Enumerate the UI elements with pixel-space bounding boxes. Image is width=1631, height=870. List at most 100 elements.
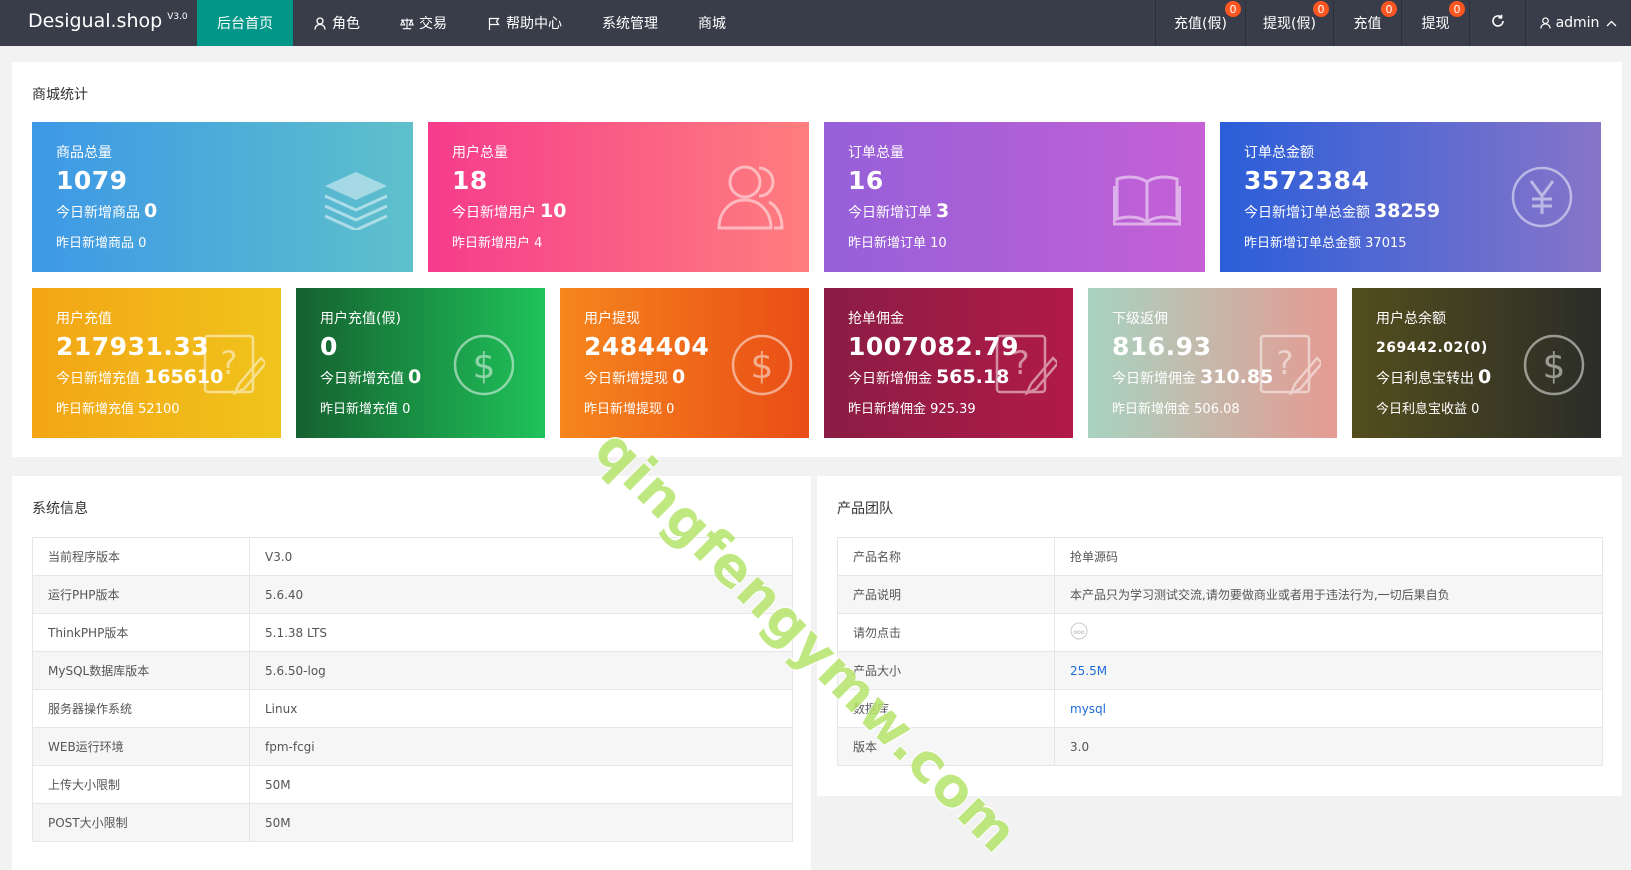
- recharge-fake-today-label: 今日新增充值: [320, 371, 404, 387]
- user-menu[interactable]: admin: [1525, 0, 1631, 46]
- users-today-label: 今日新增用户: [452, 205, 536, 221]
- scale-icon: [400, 16, 414, 30]
- sysinfo-row: 运行PHP版本 5.6.40: [32, 575, 793, 614]
- rebate-yesterday-value: 506.08: [1194, 402, 1240, 417]
- withdraw-yesterday-value: 0: [666, 402, 675, 417]
- sysinfo-value: V3.0: [249, 537, 793, 576]
- users-icon: [717, 164, 785, 234]
- nav-help[interactable]: 帮助中心: [467, 0, 582, 46]
- product-team-panel: 产品团队 产品名称 抢单源码 产品说明 本产品只为学习测试交流,请勿要做商业或者用于违…: [817, 476, 1622, 796]
- goods-card: 商品总量 1079 今日新增商品 0 昨日新增商品 0: [32, 122, 413, 272]
- link-icon-cell[interactable]: ooo: [1054, 613, 1603, 652]
- product-title: 产品团队: [837, 501, 893, 517]
- sysinfo-key: 运行PHP版本: [32, 575, 250, 614]
- commission-card: 抢单佣金 1007082.79 今日新增佣金 565.18 昨日新增佣金 925.…: [824, 288, 1073, 438]
- users-today: 今日新增用户 10: [452, 200, 566, 222]
- recharge-yesterday-label: 昨日新增充值: [56, 402, 135, 417]
- users-yesterday: 昨日新增用户 4: [452, 232, 542, 251]
- recharge-stat-label: 用户充值: [56, 311, 112, 327]
- nav-home-label: 后台首页: [217, 16, 273, 32]
- nav-mall[interactable]: 商城: [678, 0, 746, 46]
- withdraw-badge: 0: [1449, 1, 1465, 17]
- goods-total: 1079: [56, 166, 128, 195]
- orders-today: 今日新增订单 3: [848, 200, 949, 222]
- sysinfo-row: POST大小限制 50M: [32, 803, 793, 842]
- orders-label: 订单总量: [848, 145, 904, 161]
- main-nav: 后台首页 角色 交易 帮助中心 系统管理 商城: [197, 0, 746, 46]
- question-edit-icon: ?: [1259, 334, 1324, 400]
- product-row: 产品名称 抢单源码: [837, 537, 1603, 576]
- stats-title: 商城统计: [32, 87, 88, 103]
- recharge-fake-yesterday-value: 0: [402, 402, 411, 417]
- nav-role-label: 角色: [332, 16, 360, 32]
- svg-text:$: $: [751, 346, 774, 387]
- goods-label: 商品总量: [56, 145, 112, 161]
- withdraw-fake-label: 提现(假): [1263, 16, 1316, 32]
- goods-yesterday: 昨日新增商品 0: [56, 232, 146, 251]
- rebate-yesterday: 昨日新增佣金 506.08: [1112, 398, 1240, 417]
- product-value[interactable]: mysql: [1054, 689, 1603, 728]
- rebate-today: 今日新增佣金 310.85: [1112, 366, 1273, 388]
- sysinfo-key: 上传大小限制: [32, 765, 250, 804]
- product-key: 数据库: [837, 689, 1055, 728]
- commission-label: 抢单佣金: [848, 311, 904, 327]
- sysinfo-value: 5.1.38 LTS: [249, 613, 793, 652]
- nav-system[interactable]: 系统管理: [582, 0, 678, 46]
- stats-panel: 商城统计 商品总量 1079 今日新增商品 0 昨日新增商品 0 用户总量 18 …: [12, 62, 1622, 457]
- product-row: 版本 3.0: [837, 727, 1603, 766]
- users-yesterday-value: 4: [534, 236, 543, 251]
- withdraw-button[interactable]: 提现 0: [1401, 0, 1469, 46]
- logo-text: Desigual.shop: [28, 10, 163, 32]
- commission-yesterday-value: 925.39: [930, 402, 976, 417]
- orders-today-label: 今日新增订单: [848, 205, 932, 221]
- balance-total: 269442.02(0): [1376, 340, 1488, 356]
- recharge-total: 217931.33: [56, 332, 210, 361]
- svg-text:$: $: [473, 346, 496, 387]
- dollar-icon: $: [1523, 334, 1585, 400]
- svg-text:?: ?: [1013, 344, 1030, 382]
- product-key: 请勿点击: [837, 613, 1055, 652]
- user-icon: [1539, 17, 1551, 29]
- balance-interest-income-value: 0: [1471, 402, 1480, 417]
- link-icon[interactable]: ooo: [1070, 622, 1088, 643]
- orders-card: 订单总量 16 今日新增订单 3 昨日新增订单 10: [824, 122, 1205, 272]
- users-total: 18: [452, 166, 488, 195]
- layers-icon: [323, 170, 389, 234]
- rebate-card: 下级返佣 816.93 今日新增佣金 310.85 昨日新增佣金 506.08 ?: [1088, 288, 1337, 438]
- users-yesterday-label: 昨日新增用户: [452, 236, 531, 251]
- orders-today-value: 3: [936, 200, 950, 222]
- product-value: 本产品只为学习测试交流,请勿要做商业或者用于违法行为,一切后果自负: [1054, 575, 1603, 614]
- commission-today: 今日新增佣金 565.18: [848, 366, 1009, 388]
- orders-total: 16: [848, 166, 884, 195]
- order-amount-card: 订单总金额 3572384 今日新增订单总金额 38259 昨日新增订单总金额 3…: [1220, 122, 1601, 272]
- orders-yesterday-label: 昨日新增订单: [848, 236, 927, 251]
- rebate-total: 816.93: [1112, 332, 1212, 361]
- logo[interactable]: Desigual.shop V3.0: [28, 10, 188, 32]
- withdraw-fake-button[interactable]: 提现(假) 0: [1245, 0, 1333, 46]
- recharge-button[interactable]: 充值 0: [1333, 0, 1401, 46]
- balance-interest-income-label: 今日利息宝收益: [1376, 402, 1468, 417]
- goods-yesterday-label: 昨日新增商品: [56, 236, 135, 251]
- goods-yesterday-value: 0: [138, 236, 147, 251]
- nav-role[interactable]: 角色: [293, 0, 380, 46]
- nav-trade[interactable]: 交易: [380, 0, 467, 46]
- sysinfo-value: 5.6.50-log: [249, 651, 793, 690]
- sysinfo-row: MySQL数据库版本 5.6.50-log: [32, 651, 793, 690]
- recharge-fake-button[interactable]: 充值(假) 0: [1155, 0, 1245, 46]
- book-icon: [1112, 174, 1182, 230]
- product-key: 产品名称: [837, 537, 1055, 576]
- top-header: Desigual.shop V3.0 后台首页 角色 交易 帮助中心 系统管理 商…: [0, 0, 1631, 46]
- balance-interest-out: 今日利息宝转出 0: [1376, 366, 1491, 388]
- order-amount-today: 今日新增订单总金额 38259: [1244, 200, 1440, 222]
- question-edit-icon: ?: [995, 334, 1060, 400]
- balance-label: 用户总余额: [1376, 311, 1446, 327]
- order-amount-today-label: 今日新增订单总金额: [1244, 205, 1370, 221]
- header-right-nav: 充值(假) 0 提现(假) 0 充值 0 提现 0 admin: [1155, 0, 1631, 46]
- recharge-badge: 0: [1381, 1, 1397, 17]
- product-table: 产品名称 抢单源码 产品说明 本产品只为学习测试交流,请勿要做商业或者用于违法行为,一…: [837, 537, 1603, 766]
- product-value[interactable]: 25.5M: [1054, 651, 1603, 690]
- nav-home[interactable]: 后台首页: [197, 0, 293, 46]
- version-tag: V3.0: [167, 12, 188, 22]
- refresh-button[interactable]: [1469, 0, 1525, 46]
- users-label: 用户总量: [452, 145, 508, 161]
